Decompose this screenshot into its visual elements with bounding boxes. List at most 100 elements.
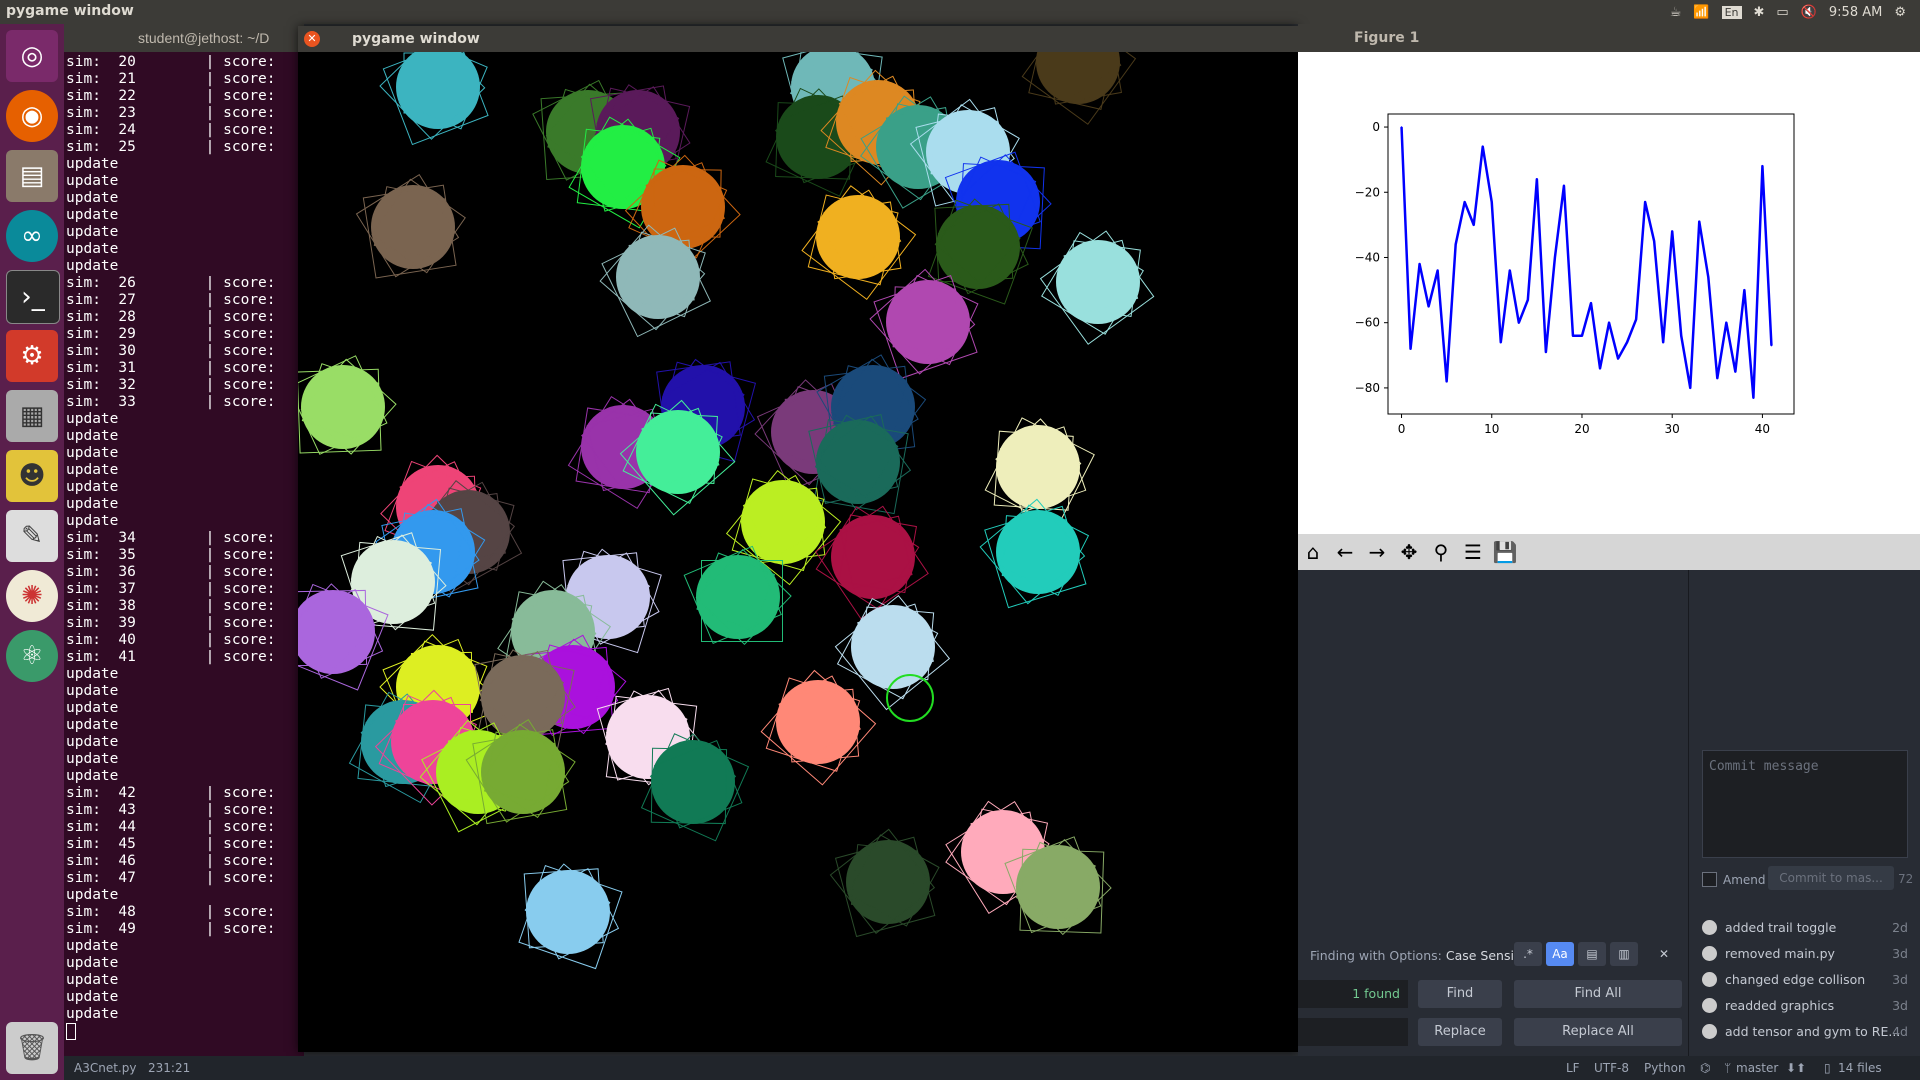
pygame-titlebar[interactable]: ✕ pygame window: [298, 26, 1298, 52]
atom-icon[interactable]: ⚛: [6, 630, 58, 682]
compass-icon[interactable]: ✺: [6, 570, 58, 622]
amend-checkbox-box[interactable]: [1702, 872, 1717, 887]
zoom-icon[interactable]: ⚲: [1428, 540, 1454, 564]
files-changed-icon: ▯: [1824, 1061, 1831, 1075]
status-files-count[interactable]: 14 files: [1838, 1056, 1882, 1080]
pan-icon[interactable]: ✥: [1396, 540, 1422, 564]
home-icon[interactable]: ⌂: [1300, 540, 1326, 564]
data-point: [1761, 165, 1764, 167]
find-all-button[interactable]: Find All: [1514, 980, 1682, 1008]
whole-word-toggle[interactable]: ▥: [1610, 942, 1638, 966]
figure-window[interactable]: Figure 1 0 10 20 30 40 0 −20 −40 −60 −80 ⌂ ← → ✥ …: [1298, 24, 1920, 570]
terminal-window[interactable]: student@jethost: ~/D sim: 20 | score: sim…: [64, 24, 304, 1056]
avatar: [1702, 998, 1717, 1013]
status-branch[interactable]: master: [1736, 1056, 1778, 1080]
data-point: [1581, 334, 1583, 337]
case-sensitive-toggle[interactable]: Aa: [1546, 942, 1574, 966]
close-find-button[interactable]: ✕: [1650, 942, 1678, 966]
forward-icon[interactable]: →: [1364, 540, 1390, 564]
terminal-line: update: [66, 887, 119, 903]
status-encoding[interactable]: UTF-8: [1594, 1056, 1629, 1080]
replace-input[interactable]: [1298, 1018, 1408, 1046]
y-tick-label: 0: [1372, 120, 1380, 134]
terminal-line: update: [66, 173, 119, 189]
status-cursor-position[interactable]: 231:21: [148, 1056, 190, 1080]
status-file-name[interactable]: A3Cnet.py: [74, 1056, 136, 1080]
terminal-line: sim: 33 | score:: [66, 394, 276, 410]
data-point: [1626, 341, 1628, 344]
in-selection-toggle[interactable]: ▤: [1578, 942, 1606, 966]
commit-item[interactable]: readded graphics 3d: [1702, 998, 1908, 1013]
firefox-icon[interactable]: ◉: [6, 90, 58, 142]
replace-all-button[interactable]: Replace All: [1514, 1018, 1682, 1046]
top-panel: pygame window ☕ 📶 En ✱ ▭ 🔇 9:58 AM ⚙: [0, 0, 1920, 24]
data-point: [1680, 334, 1683, 337]
data-point: [1734, 370, 1737, 373]
commit-item[interactable]: removed main.py 3d: [1702, 946, 1908, 961]
commit-age: 2d: [1892, 920, 1908, 935]
keyboard-layout-indicator[interactable]: En: [1721, 5, 1742, 19]
figure-toolbar: ⌂ ← → ✥ ⚲ ☰ 💾: [1298, 534, 1920, 570]
github-icon[interactable]: ⌬: [1700, 1056, 1710, 1080]
commit-item[interactable]: add tensor and gym to RE... 4d: [1702, 1024, 1908, 1039]
simulation-canvas[interactable]: [298, 52, 1298, 1052]
data-point: [1518, 321, 1520, 324]
commit-button[interactable]: Commit to mas...: [1768, 866, 1894, 890]
regex-toggle[interactable]: .*: [1514, 942, 1542, 966]
back-icon[interactable]: ←: [1332, 540, 1358, 564]
data-point: [1725, 321, 1728, 324]
status-line-ending[interactable]: LF: [1566, 1056, 1580, 1080]
coffee-icon[interactable]: ☕: [1670, 5, 1682, 20]
amend-checkbox[interactable]: Amend: [1702, 872, 1766, 887]
replace-button[interactable]: Replace: [1418, 1018, 1502, 1046]
commit-message-input[interactable]: Commit message: [1702, 750, 1908, 858]
data-point: [1770, 344, 1773, 347]
terminal-line: sim: 44 | score:: [66, 819, 276, 835]
terminal-line: update: [66, 190, 119, 206]
text-editor-icon[interactable]: ✎: [6, 510, 58, 562]
terminal-line: update: [66, 938, 119, 954]
data-point: [1653, 240, 1655, 242]
commit-item[interactable]: changed edge collison 3d: [1702, 972, 1908, 987]
sync-arrows-icon[interactable]: ⬇⬆: [1786, 1056, 1806, 1080]
volume-muted-icon[interactable]: 🔇: [1801, 5, 1817, 20]
save-icon[interactable]: 💾: [1492, 540, 1518, 564]
configure-icon[interactable]: ☰: [1460, 540, 1486, 564]
pygame-window[interactable]: ✕ pygame window: [298, 26, 1298, 1052]
terminal-line: update: [66, 428, 119, 444]
battery-icon[interactable]: ▭: [1776, 5, 1788, 20]
terminal-line: sim: 47 | score:: [66, 870, 276, 886]
clock[interactable]: 9:58 AM: [1829, 5, 1882, 20]
wifi-icon[interactable]: 📶: [1693, 5, 1709, 20]
arduino-icon[interactable]: ∞: [6, 210, 58, 262]
commit-item[interactable]: added trail toggle 2d: [1702, 920, 1908, 935]
pidgin-icon[interactable]: ☻: [6, 450, 58, 502]
terminal-line: sim: 46 | score:: [66, 853, 276, 869]
settings-icon[interactable]: ⚙: [6, 330, 58, 382]
close-button[interactable]: ✕: [304, 31, 320, 47]
terminal-line: sim: 29 | score:: [66, 326, 276, 342]
figure-titlebar[interactable]: Figure 1: [1298, 24, 1920, 52]
files-icon[interactable]: ▤: [6, 150, 58, 202]
system-gear-icon[interactable]: ⚙: [1894, 5, 1906, 20]
ubuntu-icon[interactable]: ◎: [6, 30, 58, 82]
terminal-titlebar[interactable]: student@jethost: ~/D: [64, 24, 304, 52]
data-point: [1644, 201, 1646, 203]
find-and-replace-panel: Finding with Options: Case Sensitive .* …: [1298, 934, 1688, 1056]
terminal-line: sim: 48 | score:: [66, 904, 276, 920]
workspace-icon[interactable]: ▦: [6, 390, 58, 442]
terminal-line: update: [66, 445, 119, 461]
terminal-line: sim: 30 | score:: [66, 343, 276, 359]
data-point: [1590, 302, 1592, 304]
find-input[interactable]: 1 found: [1298, 980, 1408, 1008]
x-tick-label: 10: [1484, 422, 1499, 436]
status-grammar[interactable]: Python: [1644, 1056, 1686, 1080]
commit-age: 3d: [1892, 946, 1908, 961]
terminal-icon[interactable]: ›_: [6, 270, 60, 324]
trash-icon[interactable]: 🗑: [6, 1022, 58, 1074]
terminal-line: update: [66, 513, 119, 529]
terminal-line: update: [66, 241, 119, 257]
data-point: [1707, 276, 1710, 278]
bluetooth-icon[interactable]: ✱: [1754, 5, 1765, 20]
find-button[interactable]: Find: [1418, 980, 1502, 1008]
